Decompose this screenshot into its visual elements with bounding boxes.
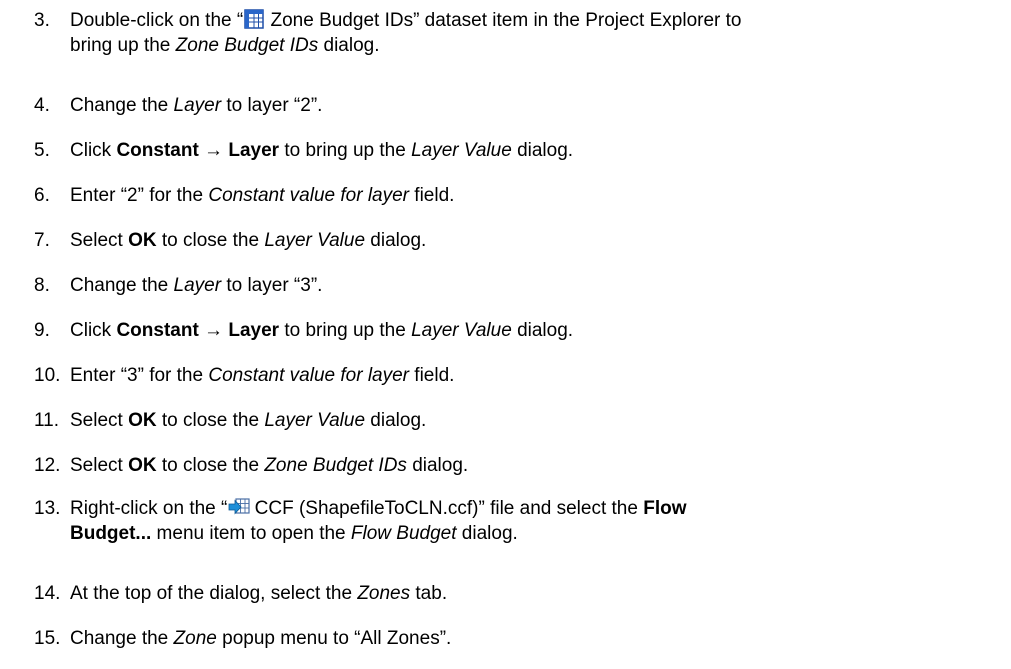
text-run: dialog.	[365, 410, 427, 431]
step-text-line: Enter “2” for the Constant value for lay…	[34, 183, 1005, 208]
text-run: dialog.	[406, 455, 469, 476]
text-run: field.	[409, 185, 455, 206]
bold-term: OK	[128, 230, 157, 251]
text-run: dialog.	[511, 140, 574, 161]
italic-term: Zones	[357, 583, 411, 604]
step-text-line: Select OK to close the Layer Value dialo…	[34, 228, 1005, 253]
step-text-line: Select OK to close the Layer Value dialo…	[34, 408, 1005, 433]
step-text-line: Click Constant → Layer to bring up the L…	[34, 138, 1005, 163]
text-run: Click	[70, 140, 117, 161]
italic-term: Zone Budget IDs	[175, 35, 319, 56]
text-run: to close the	[156, 455, 265, 476]
text-run: Change the	[70, 95, 174, 116]
text-run: bring up the	[70, 35, 176, 56]
step-text-line: Change the Zone popup menu to “All Zones…	[34, 626, 1005, 651]
text-run: to close the	[156, 230, 265, 251]
ccf-file-icon	[228, 497, 250, 517]
bold-term: OK	[128, 455, 157, 476]
text-run: Right-click on the “	[70, 498, 228, 519]
bold-term: Layer	[228, 320, 280, 341]
text-run: Click	[70, 320, 117, 341]
step-text: Click Constant → Layer to bring up the L…	[34, 138, 1005, 163]
text-run: Enter “3” for the	[70, 365, 209, 386]
text-run: to layer “3”.	[221, 275, 323, 296]
bold-term: Budget...	[70, 523, 152, 544]
step-text-line: Double-click on the “ Zone Budget IDs” d…	[34, 8, 1005, 33]
text-run: to close the	[156, 410, 265, 431]
step-text: Change the Zone popup menu to “All Zones…	[34, 626, 1005, 651]
step-text-line: Click Constant → Layer to bring up the L…	[34, 318, 1005, 343]
step-text-line: Change the Layer to layer “2”.	[34, 93, 1005, 118]
text-run: to layer “2”.	[221, 95, 323, 116]
italic-term: Layer	[173, 95, 222, 116]
step-text: Double-click on the “ Zone Budget IDs” d…	[34, 8, 1005, 58]
step-text-line: Budget... menu item to open the Flow Bud…	[34, 521, 1005, 546]
text-run: popup menu to “All Zones”.	[216, 628, 452, 649]
italic-term: Constant value for layer	[208, 365, 410, 386]
text-run: Select	[70, 455, 129, 476]
italic-term: Zone Budget IDs	[264, 455, 407, 476]
italic-term: Layer	[173, 275, 222, 296]
italic-term: Flow Budget	[350, 523, 457, 544]
italic-term: Layer Value	[411, 320, 512, 341]
text-run: dialog.	[318, 35, 380, 56]
italic-term: Layer Value	[264, 410, 366, 431]
text-run: →	[198, 140, 229, 161]
text-run: Change the	[70, 628, 174, 649]
italic-term: Layer Value	[411, 140, 512, 161]
text-run: dialog.	[365, 230, 427, 251]
step-text: Enter “2” for the Constant value for lay…	[34, 183, 1005, 208]
step-text-line: bring up the Zone Budget IDs dialog.	[34, 33, 1005, 58]
text-run: CCF (ShapefileToCLN.ccf)” file and selec…	[249, 498, 644, 519]
bold-term: Constant	[116, 320, 199, 341]
text-run: to bring up the	[279, 140, 412, 161]
step-text: Enter “3” for the Constant value for lay…	[34, 363, 1005, 388]
step-text: Select OK to close the Layer Value dialo…	[34, 408, 1005, 433]
step-text: Change the Layer to layer “2”.	[34, 93, 1005, 118]
step-text: Select OK to close the Layer Value dialo…	[34, 228, 1005, 253]
text-run: Enter “2” for the	[70, 185, 209, 206]
step-text-line: Enter “3” for the Constant value for lay…	[34, 363, 1005, 388]
document-page: 3. Double-click on the “ Zone Budget IDs”…	[0, 0, 1011, 669]
bold-term: Constant	[116, 140, 199, 161]
text-run: Zone Budget IDs” dataset item in the Pro…	[265, 10, 742, 31]
text-run: field.	[409, 365, 455, 386]
step-text-line: At the top of the dialog, select the Zon…	[34, 581, 1005, 606]
italic-term: Constant value for layer	[208, 185, 410, 206]
italic-term: Layer Value	[264, 230, 366, 251]
text-run: →	[198, 320, 229, 341]
step-text: Select OK to close the Zone Budget IDs d…	[34, 453, 1005, 478]
italic-term: Zone	[173, 628, 217, 649]
text-run: At the top of the dialog, select the	[70, 583, 358, 604]
step-text-line: Change the Layer to layer “3”.	[34, 273, 1005, 298]
text-run: Change the	[70, 275, 174, 296]
text-run: Select	[70, 410, 129, 431]
text-run: Select	[70, 230, 129, 251]
bold-term: Flow	[643, 498, 687, 519]
step-text: Change the Layer to layer “3”.	[34, 273, 1005, 298]
step-text: Right-click on the “ CCF (ShapefileToCLN…	[34, 496, 1005, 546]
text-run: to bring up the	[279, 320, 412, 341]
text-run: dialog.	[456, 523, 518, 544]
dataset-grid-icon	[244, 9, 264, 29]
text-run: tab.	[410, 583, 448, 604]
bold-term: OK	[128, 410, 157, 431]
step-text: At the top of the dialog, select the Zon…	[34, 581, 1005, 606]
text-run: dialog.	[511, 320, 574, 341]
step-text-line: Right-click on the “ CCF (ShapefileToCLN…	[34, 496, 1005, 521]
text-run: menu item to open the	[151, 523, 351, 544]
step-text: Click Constant → Layer to bring up the L…	[34, 318, 1005, 343]
text-run: Double-click on the “	[70, 10, 244, 31]
bold-term: Layer	[228, 140, 280, 161]
step-text-line: Select OK to close the Zone Budget IDs d…	[34, 453, 1005, 478]
